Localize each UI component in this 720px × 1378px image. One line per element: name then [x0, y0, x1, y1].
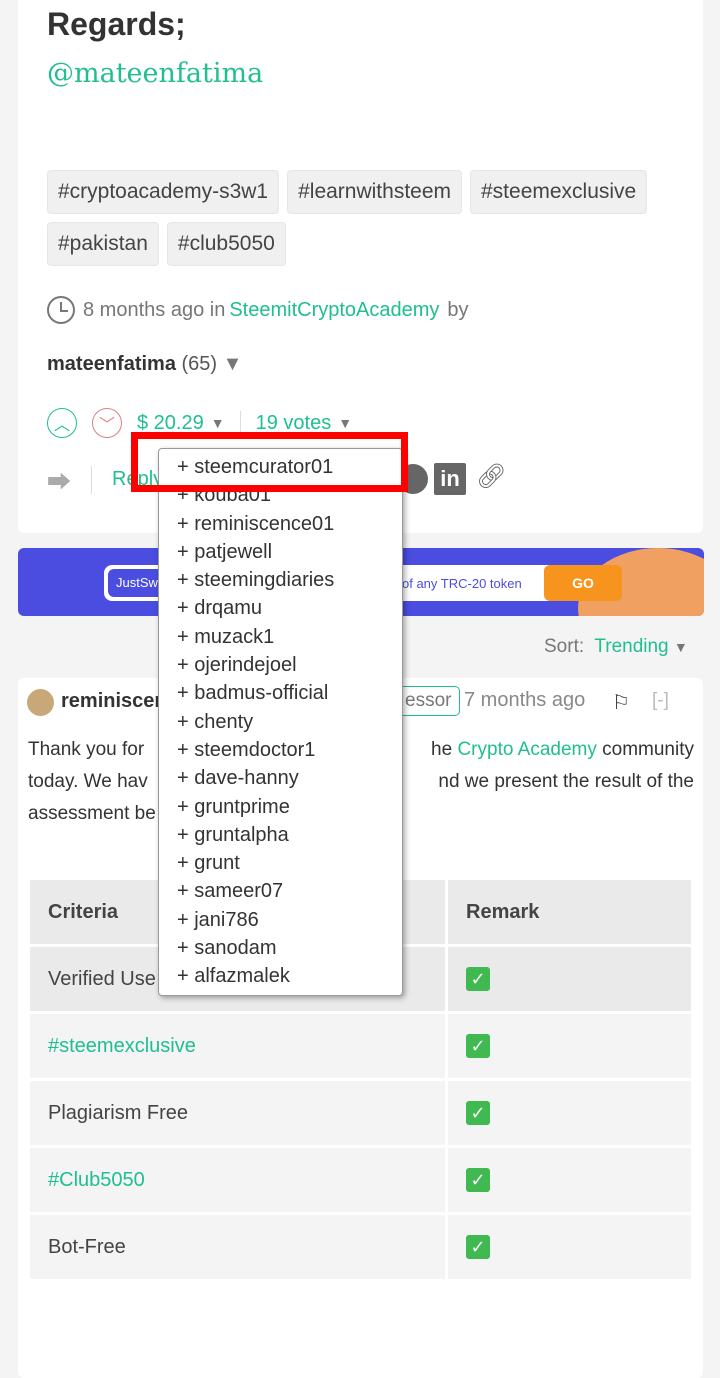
table-row: Bot-Free ✓	[30, 1215, 691, 1279]
caret-down-icon[interactable]: ▼	[674, 639, 688, 655]
voter-item[interactable]: + badmus-official	[177, 679, 402, 707]
flag-icon[interactable]: ⚐	[612, 690, 630, 715]
caret-down-icon[interactable]: ▼	[211, 415, 225, 431]
voter-item[interactable]: + drqamu	[177, 594, 402, 622]
ad-text: of any TRC-20 token	[402, 576, 522, 591]
table-row: #Club5050 ✓	[30, 1148, 691, 1212]
voter-item[interactable]: + chenty	[177, 708, 402, 736]
voter-item[interactable]: + patjewell	[177, 538, 402, 566]
author-link[interactable]: @mateenfatima	[47, 58, 263, 89]
check-icon: ✓	[466, 1034, 490, 1058]
upvote-icon[interactable]: ︿	[47, 408, 77, 438]
voter-item[interactable]: + sameer07	[177, 877, 402, 905]
check-icon: ✓	[466, 1101, 490, 1125]
voter-item[interactable]: + ojerindejoel	[177, 651, 402, 679]
voter-item[interactable]: + steemingdiaries	[177, 566, 402, 594]
voter-item[interactable]: + steemdoctor1	[177, 736, 402, 764]
voter-item[interactable]: + alfazmalek	[177, 962, 402, 990]
caret-down-icon[interactable]: ▼	[223, 353, 243, 375]
tag[interactable]: #learnwithsteem	[287, 170, 462, 214]
voter-item[interactable]: + gruntprime	[177, 793, 402, 821]
resteem-icon[interactable]: ⮕	[47, 462, 71, 497]
community-link[interactable]: SteemitCryptoAcademy	[229, 299, 439, 322]
post-meta: 8 months ago in SteemitCryptoAcademy by	[47, 296, 469, 324]
ad-go-button[interactable]: GO	[544, 565, 622, 601]
tag[interactable]: #steemexclusive	[470, 170, 648, 214]
regards-text: Regards;	[47, 6, 186, 42]
author-row[interactable]: mateenfatima (65) ▼	[47, 353, 242, 376]
collapse-button[interactable]: [-]	[652, 690, 669, 712]
voter-item[interactable]: + grunt	[177, 849, 402, 877]
voters-dropdown: + steemcurator01 + kouba01 + reminiscence0…	[158, 448, 403, 996]
linkedin-icon[interactable]: in	[434, 463, 466, 495]
voter-item[interactable]: + reminiscence01	[177, 510, 402, 538]
tag[interactable]: #pakistan	[47, 222, 159, 266]
clock-icon	[47, 296, 75, 324]
check-icon: ✓	[466, 1235, 490, 1259]
voter-item[interactable]: + jani786	[177, 906, 402, 934]
sort-control[interactable]: Sort: Trending ▼	[544, 636, 688, 658]
community-link[interactable]: Crypto Academy	[457, 739, 596, 760]
comment-time: 7 months ago	[464, 689, 586, 711]
tag-list: #cryptoacademy-s3w1 #learnwithsteem #steem…	[47, 170, 687, 274]
link-icon[interactable]: 🔗︎	[476, 462, 506, 491]
tag[interactable]: #cryptoacademy-s3w1	[47, 170, 280, 214]
avatar[interactable]	[27, 689, 54, 716]
voter-item[interactable]: + gruntalpha	[177, 821, 402, 849]
voter-item[interactable]: + muzack1	[177, 623, 402, 651]
check-icon: ✓	[466, 967, 490, 991]
check-icon: ✓	[466, 1168, 490, 1192]
voter-item[interactable]: + dave-hanny	[177, 764, 402, 792]
table-row: #steemexclusive ✓	[30, 1014, 691, 1078]
tag[interactable]: #club5050	[166, 222, 286, 266]
downvote-icon[interactable]: ﹀	[92, 408, 122, 438]
comment-author[interactable]: reminiscen	[61, 690, 167, 713]
caret-down-icon[interactable]: ▼	[338, 415, 352, 431]
table-row: Plagiarism Free ✓	[30, 1081, 691, 1145]
highlight-box	[131, 432, 408, 492]
voter-item[interactable]: + sanodam	[177, 934, 402, 962]
